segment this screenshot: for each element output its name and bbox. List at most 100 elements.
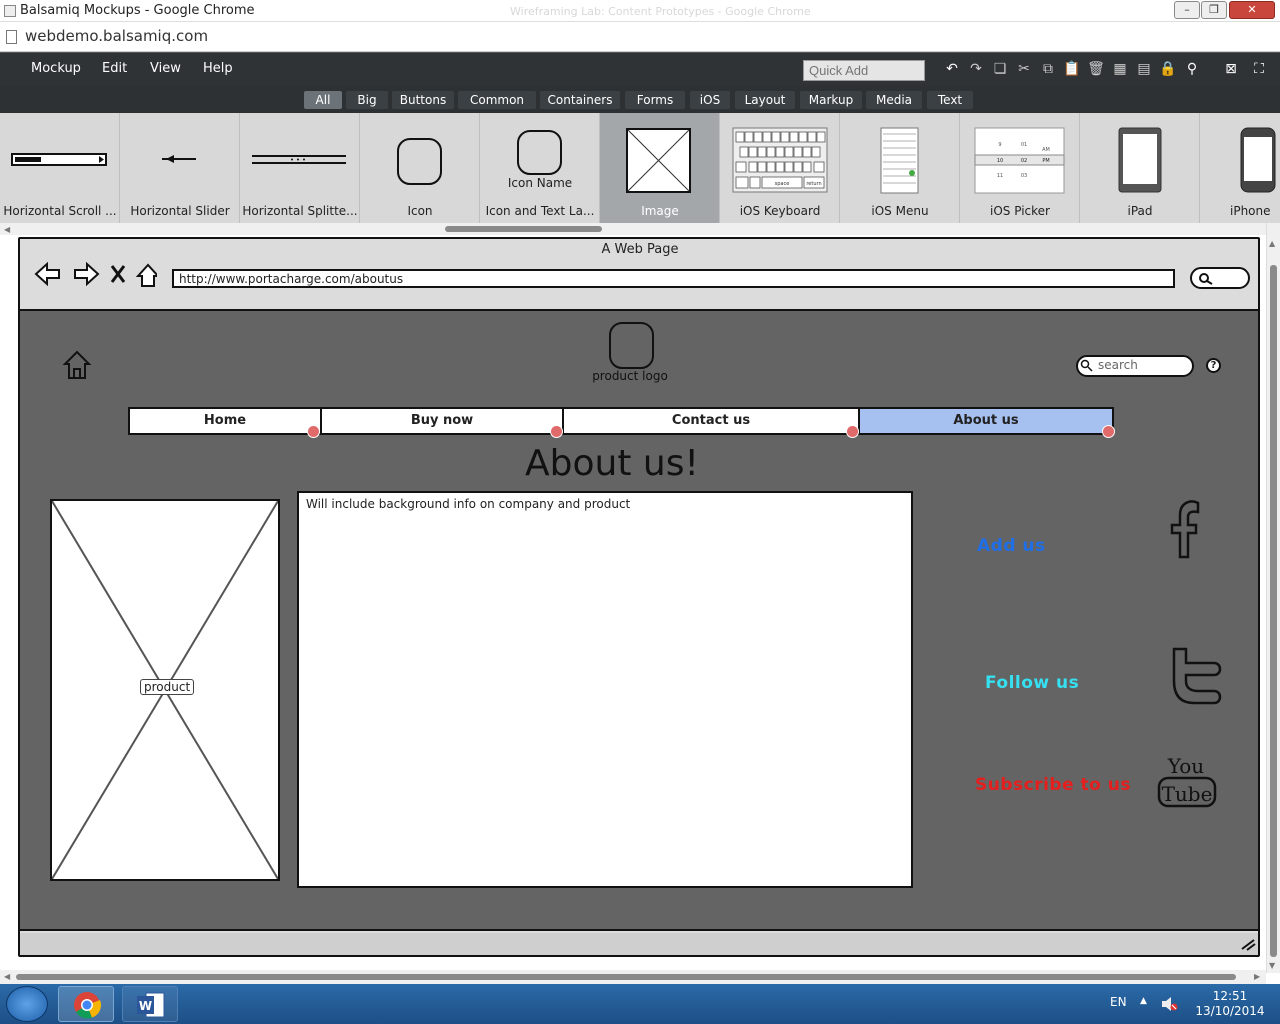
group-icon[interactable]: ▦ bbox=[1111, 60, 1129, 78]
search-icon[interactable]: ⚲ bbox=[1183, 60, 1201, 78]
mockup-address-field[interactable]: http://www.portacharge.com/aboutus bbox=[172, 269, 1175, 288]
tray-arrow-icon[interactable]: ▲ bbox=[1140, 996, 1147, 1006]
canvas-horizontal-scrollbar[interactable]: ◀ ▶ bbox=[0, 970, 1266, 984]
canvas-hscroll-thumb[interactable] bbox=[16, 974, 1236, 980]
product-logo-icon bbox=[609, 322, 654, 369]
library-item-ipad[interactable]: iPad bbox=[1080, 113, 1200, 223]
delete-icon[interactable]: 🗑 bbox=[1087, 60, 1105, 78]
youtube-icon[interactable]: You Tube bbox=[1156, 751, 1220, 813]
product-image-placeholder[interactable]: product bbox=[50, 499, 280, 881]
library-item-ios-picker[interactable]: 9 10 11 01 02 03 AM PM iOS Picker bbox=[960, 113, 1080, 223]
nav-tab-home[interactable]: Home bbox=[128, 407, 322, 435]
library-item-iphone[interactable]: iPhone bbox=[1200, 113, 1280, 223]
menu-edit[interactable]: Edit bbox=[102, 61, 127, 76]
facebook-icon[interactable] bbox=[1168, 497, 1208, 563]
tab-buttons[interactable]: Buttons bbox=[392, 91, 454, 109]
copy-icon[interactable]: ⧉ bbox=[1039, 60, 1057, 78]
twitter-icon[interactable] bbox=[1168, 645, 1224, 707]
library-item-horizontal-slider[interactable]: Horizontal Slider bbox=[120, 113, 240, 223]
tab-markup[interactable]: Markup bbox=[800, 91, 862, 109]
home-icon[interactable] bbox=[62, 349, 92, 383]
tab-ios[interactable]: iOS bbox=[690, 91, 730, 109]
canvas-vscroll-thumb[interactable] bbox=[1270, 265, 1277, 957]
system-clock[interactable]: 12:51 13/10/2014 bbox=[1195, 989, 1265, 1019]
tab-layout[interactable]: Layout bbox=[735, 91, 795, 109]
minimize-button[interactable]: – bbox=[1174, 1, 1200, 19]
address-text[interactable]: webdemo.balsamiq.com bbox=[25, 27, 208, 45]
canvas-vertical-scrollbar[interactable]: ▲ ▼ bbox=[1266, 223, 1280, 973]
tab-containers[interactable]: Containers bbox=[540, 91, 620, 109]
add-us-link[interactable]: Add us bbox=[977, 536, 1046, 556]
mockup-browser-search[interactable] bbox=[1190, 267, 1250, 289]
picker-hour-2: 10 bbox=[997, 158, 1003, 164]
tab-all[interactable]: All bbox=[304, 91, 342, 109]
fullscreen-icon[interactable]: ⛶ bbox=[1250, 60, 1268, 78]
iphone-icon bbox=[1240, 127, 1276, 193]
help-icon[interactable]: ? bbox=[1206, 358, 1221, 373]
maximize-button[interactable]: ❐ bbox=[1201, 1, 1227, 19]
scroll-left-arrow-icon[interactable]: ◀ bbox=[4, 225, 10, 234]
scroll-right-arrow-icon[interactable]: ▶ bbox=[1254, 972, 1260, 981]
tab-media[interactable]: Media bbox=[866, 91, 922, 109]
nav-tab-contact-us[interactable]: Contact us bbox=[562, 407, 860, 435]
link-badge-icon[interactable] bbox=[846, 425, 859, 438]
taskbar-chrome[interactable] bbox=[58, 986, 114, 1022]
library-scroll-thumb[interactable] bbox=[445, 226, 602, 232]
nav-tab-buy-now[interactable]: Buy now bbox=[320, 407, 564, 435]
library-item-ios-keyboard[interactable]: space return iOS Keyboard bbox=[720, 113, 840, 223]
start-button[interactable] bbox=[6, 986, 48, 1022]
cut-icon[interactable]: ✂ bbox=[1015, 60, 1033, 78]
horizontal-splitter-icon bbox=[252, 155, 346, 164]
menu-help[interactable]: Help bbox=[203, 61, 233, 76]
scroll-down-arrow-icon[interactable]: ▼ bbox=[1269, 961, 1275, 970]
redo-icon[interactable]: ↷ bbox=[967, 60, 985, 78]
nav-tab-about-us[interactable]: About us bbox=[858, 407, 1114, 435]
window-titlebar: Balsamiq Mockups - Google Chrome Wirefra… bbox=[0, 0, 1280, 22]
about-text-area[interactable]: Will include background info on company … bbox=[297, 491, 913, 888]
tab-text[interactable]: Text bbox=[927, 91, 973, 109]
library-item-icon[interactable]: Icon bbox=[360, 113, 480, 223]
tab-forms[interactable]: Forms bbox=[625, 91, 685, 109]
address-bar[interactable]: webdemo.balsamiq.com bbox=[0, 22, 1280, 52]
product-logo-label: product logo bbox=[592, 369, 668, 383]
follow-us-link[interactable]: Follow us bbox=[985, 673, 1079, 693]
picker-am: AM bbox=[1042, 147, 1050, 153]
close-mockup-icon[interactable]: ⊠ bbox=[1222, 60, 1240, 78]
quick-add-input[interactable] bbox=[803, 60, 925, 81]
library-item-icon-and-text[interactable]: Icon Name Icon and Text La... bbox=[480, 113, 600, 223]
scroll-left-arrow-icon[interactable]: ◀ bbox=[4, 972, 10, 981]
language-indicator[interactable]: EN bbox=[1110, 995, 1127, 1009]
tab-common[interactable]: Common bbox=[458, 91, 536, 109]
scroll-up-arrow-icon[interactable]: ▲ bbox=[1269, 239, 1275, 248]
library-item-horizontal-scroll[interactable]: Horizontal Scroll ... bbox=[0, 113, 120, 223]
keyboard-icon: space return bbox=[732, 127, 828, 193]
link-badge-icon[interactable] bbox=[550, 425, 563, 438]
link-badge-icon[interactable] bbox=[1102, 425, 1115, 438]
window-title: Balsamiq Mockups - Google Chrome bbox=[20, 3, 255, 18]
menu-view[interactable]: View bbox=[150, 61, 181, 76]
ungroup-icon[interactable]: ▤ bbox=[1135, 60, 1153, 78]
return-key-label: return bbox=[806, 181, 821, 187]
mockup-browser-window[interactable]: A Web Page http://www.portacharge.com/ab… bbox=[18, 237, 1260, 957]
library-item-ios-menu[interactable]: iOS Menu bbox=[840, 113, 960, 223]
paste-icon[interactable]: 📋 bbox=[1063, 60, 1081, 78]
undo-icon[interactable]: ↶ bbox=[943, 60, 961, 78]
close-window-button[interactable]: ✕ bbox=[1229, 1, 1275, 19]
menu-mockup[interactable]: Mockup bbox=[31, 61, 81, 76]
tab-big[interactable]: Big bbox=[346, 91, 388, 109]
library-item-image[interactable]: Image bbox=[600, 113, 720, 223]
duplicate-icon[interactable]: ❏ bbox=[991, 60, 1009, 78]
subscribe-link[interactable]: Subscribe to us bbox=[975, 775, 1131, 795]
resize-grip-icon[interactable] bbox=[1240, 937, 1256, 951]
library-item-horizontal-splitter[interactable]: Horizontal Splitte... bbox=[240, 113, 360, 223]
link-badge-icon[interactable] bbox=[307, 425, 320, 438]
taskbar-word[interactable]: W bbox=[122, 986, 178, 1022]
library-item-label: iOS Keyboard bbox=[739, 204, 821, 218]
back-arrow-icon bbox=[34, 261, 60, 287]
svg-text:W: W bbox=[139, 999, 152, 1013]
library-item-label: iOS Menu bbox=[871, 204, 929, 218]
picker-hour-1: 9 bbox=[998, 142, 1001, 148]
lock-icon[interactable]: 🔒 bbox=[1159, 60, 1177, 78]
library-scrollbar[interactable]: ◀ ▶ bbox=[0, 223, 1280, 235]
volume-muted-icon[interactable] bbox=[1160, 996, 1178, 1012]
